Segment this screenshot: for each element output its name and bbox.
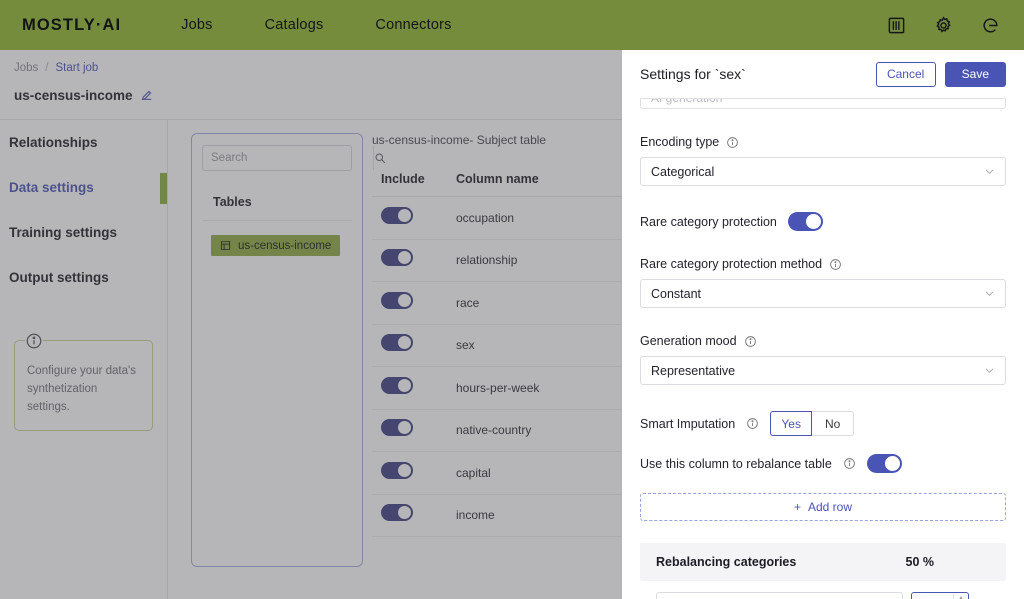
rare-category-protection-toggle[interactable] (787, 212, 823, 231)
encoding-type-label-row: Encoding type (640, 135, 1006, 149)
info-icon[interactable] (829, 258, 842, 271)
add-row-button[interactable]: + Add row (640, 493, 1006, 521)
add-row-label: Add row (807, 500, 853, 514)
nav-link-connectors[interactable]: Connectors (375, 17, 451, 33)
drawer-header: Settings for `sex` Cancel Save (622, 50, 1024, 98)
stepper-up-icon[interactable]: ▲ (954, 593, 968, 599)
app-root: MOSTLY·AI Jobs Catalogs Connectors Jobs … (0, 0, 1024, 599)
rare-category-protection-row: Rare category protection (640, 212, 1006, 231)
rebalance-table-label: Use this column to rebalance table (640, 456, 832, 471)
rebalancing-percent-stepper: ▲ ▼ (911, 592, 969, 599)
scrolled-off-field[interactable]: AI generation (640, 98, 1006, 109)
generation-mood-label-row: Generation mood (640, 334, 1006, 348)
encoding-type-select[interactable]: Categorical (640, 157, 1006, 186)
nav-icon-group (887, 15, 1000, 35)
rebalancing-header-label: Rebalancing categories (656, 555, 797, 569)
rebalancing-header-row: Rebalancing categories 50 % (640, 543, 1006, 581)
chevron-down-icon (984, 365, 995, 376)
smart-imputation-option-no[interactable]: No (812, 411, 855, 436)
rare-category-method-label-row: Rare category protection method (640, 257, 1006, 271)
rare-category-method-value: Constant (651, 286, 702, 301)
rare-category-method-select[interactable]: Constant (640, 279, 1006, 308)
scrolled-off-field-value: AI generation (651, 98, 723, 105)
docs-icon[interactable] (887, 16, 906, 35)
smart-imputation-toggle-group: Yes No (770, 411, 855, 436)
plus-icon: + (793, 500, 801, 514)
cancel-button[interactable]: Cancel (875, 61, 936, 87)
nav-link-jobs[interactable]: Jobs (181, 17, 212, 33)
rebalance-table-row: Use this column to rebalance table (640, 454, 1006, 473)
stepper-arrows[interactable]: ▲ ▼ (953, 593, 968, 599)
encoding-type-value: Categorical (651, 164, 715, 179)
smart-imputation-option-yes[interactable]: Yes (770, 411, 813, 436)
rebalance-table-toggle[interactable] (866, 454, 902, 473)
rare-category-method-label: Rare category protection method (640, 257, 823, 271)
generation-mood-select[interactable]: Representative (640, 356, 1006, 385)
encoding-type-label: Encoding type (640, 135, 720, 149)
drawer-actions: Cancel Save (875, 61, 1006, 87)
info-icon[interactable] (843, 457, 856, 470)
nav-links: Jobs Catalogs Connectors (181, 17, 451, 33)
rebalancing-total-percent: 50 % (905, 555, 935, 569)
generation-mood-label: Generation mood (640, 334, 737, 348)
save-button[interactable]: Save (944, 61, 1006, 87)
column-settings-drawer: Settings for `sex` Cancel Save AI genera… (622, 50, 1024, 599)
chevron-down-icon (984, 288, 995, 299)
smart-imputation-row: Smart Imputation Yes No (640, 411, 1006, 436)
rebalancing-row: ▲ ▼ (640, 581, 1006, 599)
drawer-body: AI generation Encoding type Categorical … (622, 98, 1024, 599)
info-icon[interactable] (726, 136, 739, 149)
nav-link-catalogs[interactable]: Catalogs (265, 17, 324, 33)
brand-logo: MOSTLY·AI (22, 15, 122, 34)
top-navigation-bar: MOSTLY·AI Jobs Catalogs Connectors (0, 0, 1024, 50)
chevron-down-icon (984, 166, 995, 177)
generation-mood-value: Representative (651, 363, 736, 378)
gear-icon[interactable] (934, 15, 953, 35)
info-icon[interactable] (746, 417, 759, 430)
logout-icon[interactable] (981, 16, 1000, 35)
rebalancing-category-input[interactable] (656, 592, 903, 599)
modal-overlay[interactable] (0, 50, 622, 599)
smart-imputation-label: Smart Imputation (640, 416, 736, 431)
rare-category-protection-label: Rare category protection (640, 214, 777, 229)
drawer-title: Settings for `sex` (640, 66, 746, 82)
info-icon[interactable] (744, 335, 757, 348)
